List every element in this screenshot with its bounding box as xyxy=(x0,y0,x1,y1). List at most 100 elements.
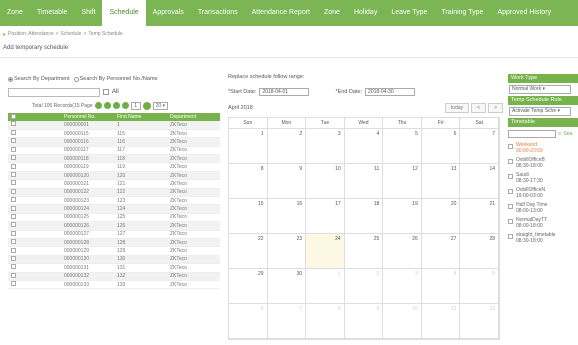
row-select-cell[interactable] xyxy=(8,263,61,273)
timetable-item[interactable]: NormalDayTT 08:00-18:00 xyxy=(508,217,578,229)
row-checkbox[interactable] xyxy=(11,213,16,219)
calendar-day[interactable]: 20 xyxy=(421,199,461,234)
calendar-day[interactable]: 7 xyxy=(267,304,307,339)
calendar-day[interactable]: 6 xyxy=(229,304,268,339)
calendar-day[interactable]: 12 xyxy=(383,164,422,199)
table-row[interactable]: 000000116 116 ZKTeco xyxy=(8,137,220,147)
calendar-day[interactable]: 14 xyxy=(460,164,499,199)
calendar-day[interactable]: 5 xyxy=(460,269,499,304)
timetable-checkbox[interactable] xyxy=(508,204,513,209)
work-type-select[interactable]: Normal Work ▾ xyxy=(509,85,571,94)
timetable-item[interactable]: OvbillOfficeN 19:00-03:00 xyxy=(508,187,578,199)
calendar-day[interactable]: 3 xyxy=(306,129,345,164)
row-select-cell[interactable] xyxy=(8,213,61,223)
nav-tab[interactable]: Leave Type xyxy=(384,0,434,26)
search-link[interactable]: Sea xyxy=(563,131,572,137)
all-checkbox[interactable] xyxy=(103,89,109,95)
next-month-button[interactable]: > xyxy=(488,103,503,113)
table-row[interactable]: 000000128 128 ZKTeco xyxy=(8,238,220,248)
nav-tab[interactable]: Attendance Report xyxy=(245,0,317,26)
table-row[interactable]: 000000124 124 ZKTeco xyxy=(8,204,220,214)
row-select-cell[interactable] xyxy=(8,272,61,281)
nav-tab[interactable]: Holiday xyxy=(347,0,384,26)
calendar-day[interactable]: 24 xyxy=(306,234,345,269)
calendar-day[interactable]: 8 xyxy=(229,164,268,199)
nav-tab[interactable]: Training Type xyxy=(434,0,490,26)
prev-month-button[interactable]: < xyxy=(471,103,487,113)
calendar-day[interactable]: 26 xyxy=(383,234,422,269)
row-checkbox[interactable] xyxy=(11,264,16,270)
calendar-day[interactable]: 7 xyxy=(460,129,499,164)
radio-dot[interactable] xyxy=(8,76,13,82)
row-checkbox[interactable] xyxy=(11,138,16,144)
calendar-day[interactable]: 11 xyxy=(344,164,384,199)
go-page-button[interactable] xyxy=(142,101,151,110)
calendar-day[interactable]: 1 xyxy=(229,129,268,164)
table-row[interactable]: 000000125 125 ZKTeco xyxy=(8,213,220,223)
timetable-item[interactable]: OvbillOfficeB 08:30-18:00 xyxy=(508,157,578,169)
table-row[interactable]: 000000121 121 ZKTeco xyxy=(8,179,220,189)
row-select-cell[interactable] xyxy=(8,221,61,231)
calendar-day[interactable]: 15 xyxy=(229,199,268,234)
row-checkbox[interactable] xyxy=(11,188,16,194)
table-row[interactable]: 000000133 133 ZKTeco xyxy=(8,280,220,290)
end-date-input[interactable]: 2018-04-30 xyxy=(365,88,416,96)
row-select-cell[interactable] xyxy=(8,171,61,181)
calendar-day[interactable]: 28 xyxy=(460,234,499,269)
table-row[interactable]: 000000126 126 ZKTeco xyxy=(8,221,220,231)
calendar-day[interactable]: 13 xyxy=(421,164,461,199)
prev-page-icon[interactable] xyxy=(103,102,111,109)
timetable-checkbox[interactable] xyxy=(508,159,513,164)
calendar-day[interactable]: 22 xyxy=(229,234,268,269)
temp-rule-select[interactable]: Activate Temp Sche ▾ xyxy=(509,107,571,116)
calendar-day[interactable]: 10 xyxy=(306,164,345,199)
calendar-day[interactable]: 19 xyxy=(383,199,422,234)
row-checkbox[interactable] xyxy=(11,163,16,169)
row-select-cell[interactable] xyxy=(8,154,61,164)
table-row[interactable]: 000000115 115 ZKTeco xyxy=(8,129,220,139)
calendar-day[interactable]: 4 xyxy=(421,269,461,304)
row-select-cell[interactable] xyxy=(8,137,61,147)
calendar-day[interactable]: 18 xyxy=(344,199,384,234)
row-checkbox[interactable] xyxy=(11,222,16,228)
calendar-day[interactable]: 10 xyxy=(383,304,422,339)
row-select-cell[interactable] xyxy=(8,230,61,239)
row-select-cell[interactable] xyxy=(8,246,61,256)
calendar-day[interactable]: 30 xyxy=(267,269,307,304)
row-checkbox[interactable] xyxy=(11,146,16,152)
row-select-cell[interactable] xyxy=(8,121,61,130)
table-row[interactable]: 000000129 129 ZKTeco xyxy=(8,246,220,256)
calendar-day[interactable]: 11 xyxy=(421,304,461,339)
timetable-item[interactable]: Saudi 08:30-17:30 xyxy=(508,172,578,184)
calendar-day[interactable]: 2 xyxy=(344,269,384,304)
calendar-day[interactable]: 9 xyxy=(267,164,307,199)
row-select-cell[interactable] xyxy=(8,188,61,198)
row-select-cell[interactable] xyxy=(8,280,61,290)
row-checkbox[interactable] xyxy=(11,230,16,236)
row-select-cell[interactable] xyxy=(8,162,61,172)
row-checkbox[interactable] xyxy=(11,180,16,186)
nav-tab[interactable]: Transactions xyxy=(191,0,245,26)
row-select-cell[interactable] xyxy=(8,204,61,214)
row-select-cell[interactable] xyxy=(8,179,61,189)
table-row[interactable]: 000000122 122 ZKTeco xyxy=(8,188,220,198)
timetable-item[interactable]: Weekend 00:00-23:59 xyxy=(508,142,578,154)
calendar-day[interactable]: 25 xyxy=(344,234,384,269)
calendar-day[interactable]: 4 xyxy=(344,129,384,164)
row-checkbox[interactable] xyxy=(11,239,16,245)
calendar-day[interactable]: 2 xyxy=(267,129,307,164)
timetable-checkbox[interactable] xyxy=(508,144,513,149)
timetable-checkbox[interactable] xyxy=(508,189,513,194)
calendar-day[interactable]: 21 xyxy=(460,199,499,234)
table-row[interactable]: 000000131 131 ZKTeco xyxy=(8,263,220,273)
radio-by-personnel[interactable]: Search By Personnel No./Name xyxy=(73,76,158,82)
table-row[interactable]: 000000120 120 ZKTeco xyxy=(8,171,220,181)
row-checkbox[interactable] xyxy=(11,130,16,136)
nav-tab[interactable]: Timetable xyxy=(30,0,74,26)
row-checkbox[interactable] xyxy=(11,155,16,161)
row-checkbox[interactable] xyxy=(11,272,16,278)
table-row[interactable]: 000000123 123 ZKTeco xyxy=(8,196,220,206)
breadcrumb-item[interactable]: Temp Schedule xyxy=(88,31,122,37)
breadcrumb-item[interactable]: Position: Attendance xyxy=(8,31,54,37)
next-page-icon[interactable] xyxy=(112,102,120,109)
